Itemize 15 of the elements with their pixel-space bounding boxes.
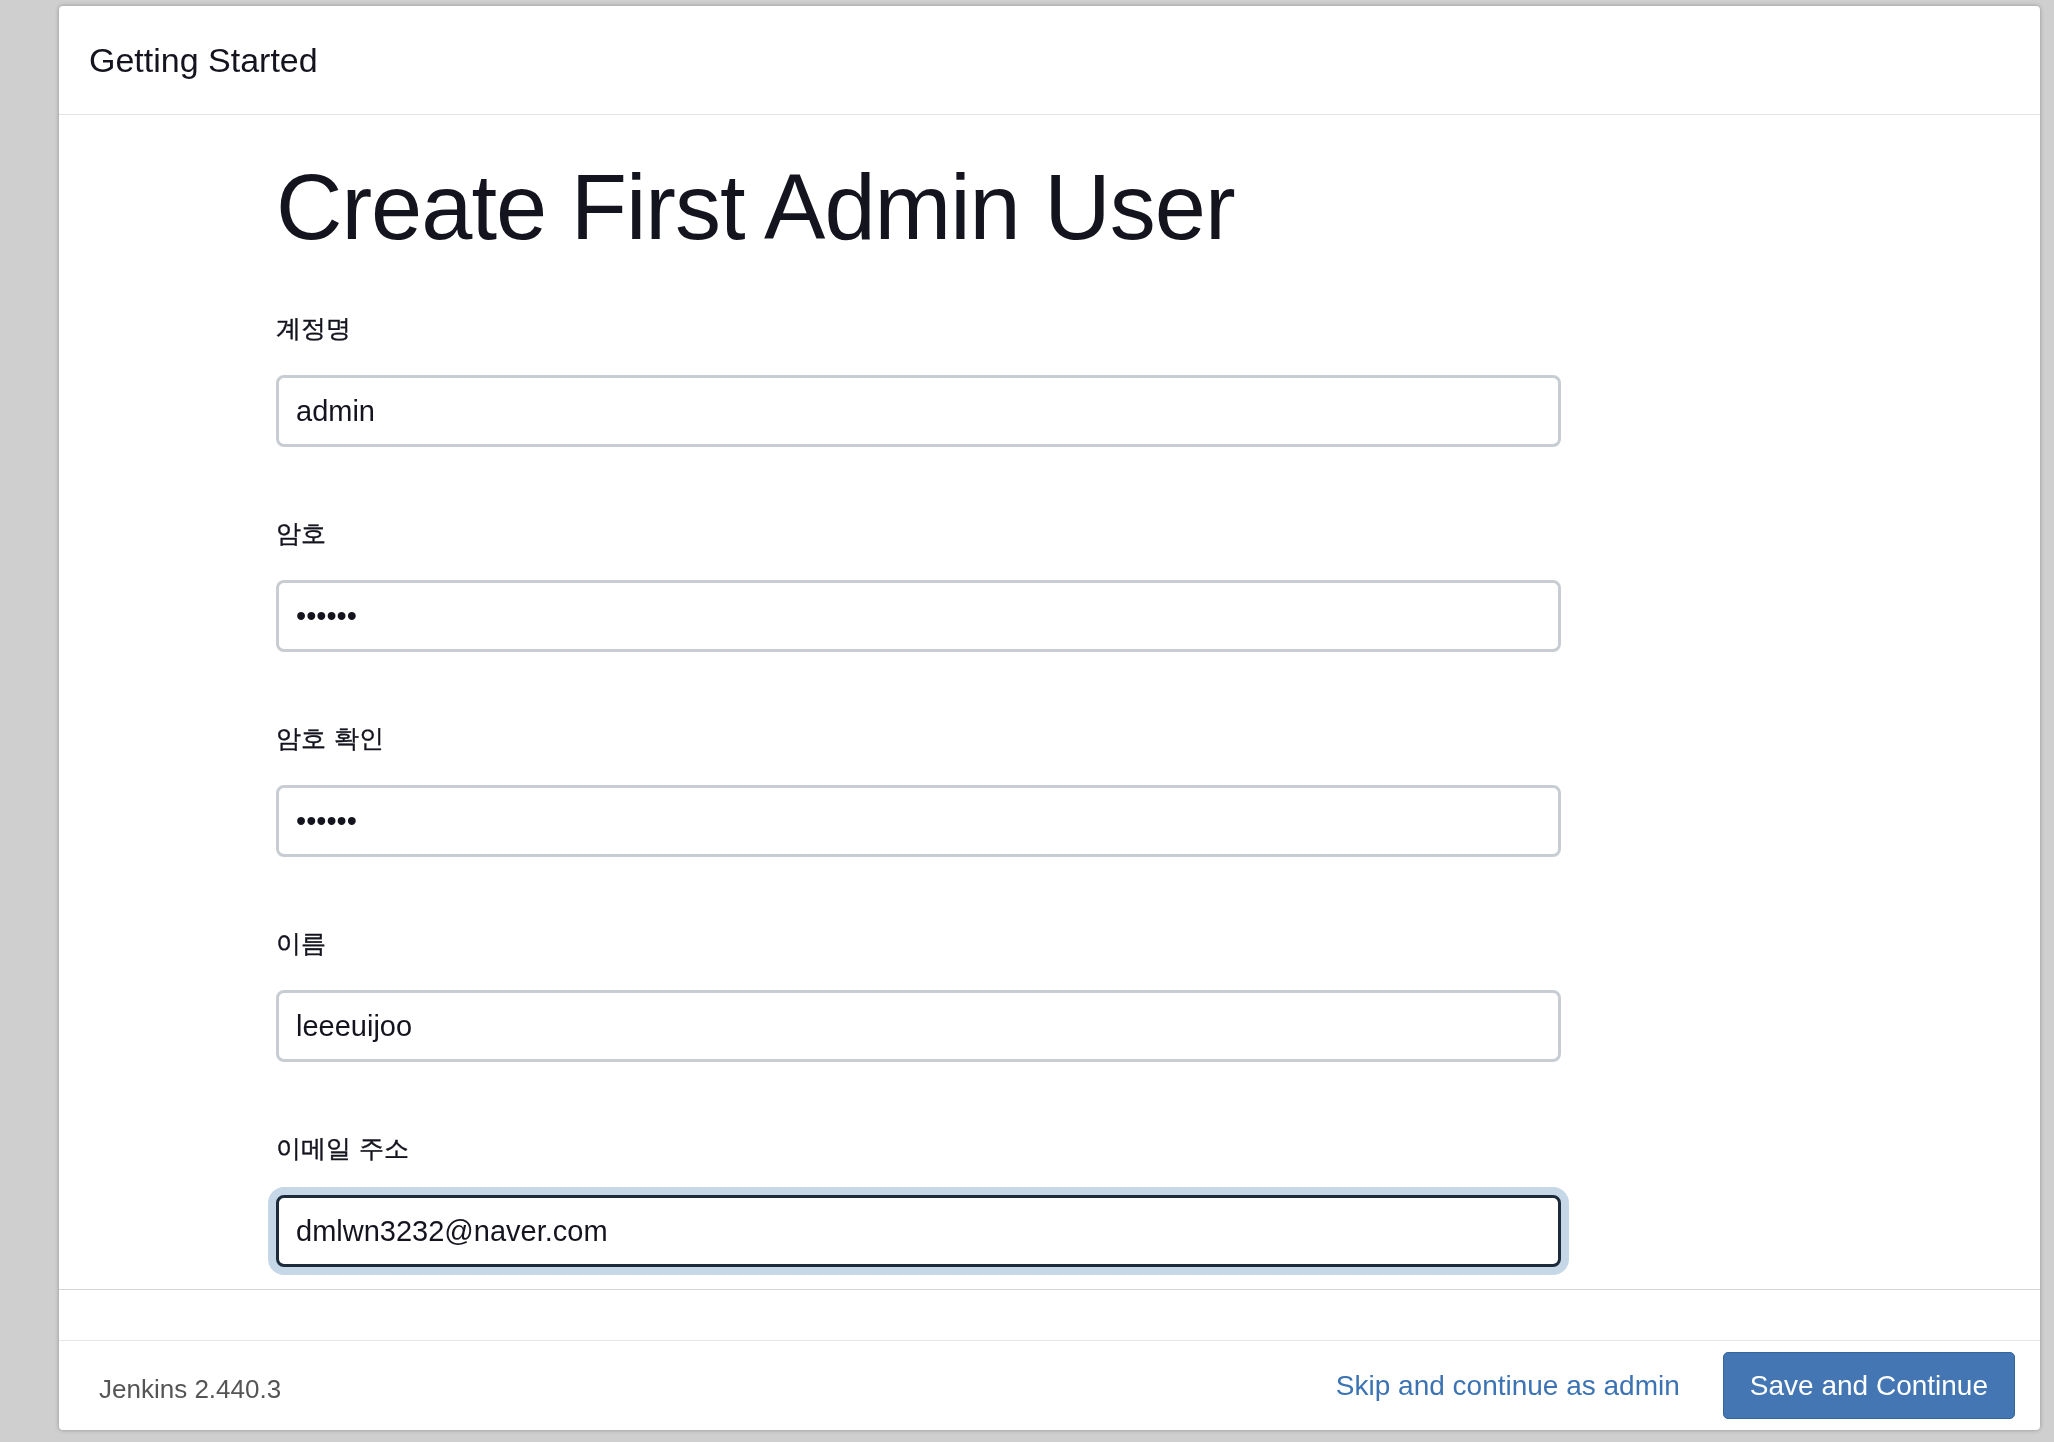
page-heading: Create First Admin User — [276, 155, 1236, 260]
field-label: 암호 확인 — [276, 723, 385, 755]
input-field[interactable]: admin — [276, 375, 1561, 447]
save-button[interactable]: Save and Continue — [1722, 1352, 2015, 1419]
input-field[interactable]: leeeuijoo — [276, 990, 1561, 1062]
input-field[interactable]: •••••• — [276, 580, 1561, 652]
dialog-title: Getting Started — [89, 40, 318, 80]
field-label: 이메일 주소 — [276, 1133, 410, 1165]
skip-link[interactable]: Skip and continue as admin — [1335, 1369, 1680, 1402]
field-label: 이름 — [276, 928, 327, 960]
field-label: 계정명 — [276, 313, 352, 345]
input-field[interactable]: dmlwn3232@naver.com — [276, 1195, 1561, 1267]
version-text: Jenkins 2.440.3 — [99, 1374, 282, 1405]
input-field[interactable]: •••••• — [276, 785, 1561, 857]
field-label: 암호 — [276, 518, 327, 550]
